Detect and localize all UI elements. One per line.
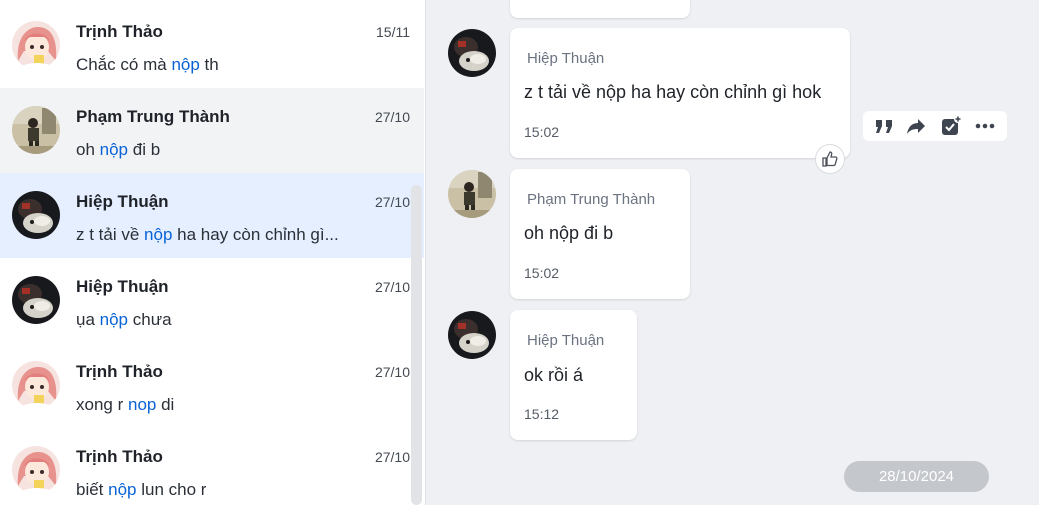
- conversation-item-selected[interactable]: Hiệp Thuận 27/10 z t tải về nộp ha hay c…: [0, 173, 424, 258]
- message-text: oh nộp đi b: [524, 223, 614, 243]
- conversation-name: Trịnh Thảo: [76, 22, 163, 41]
- conversation-item[interactable]: Hiệp Thuận 27/10 ụa nộp chưa: [0, 258, 424, 343]
- conversation-preview: Chắc có mà nộp th: [76, 55, 219, 74]
- conversation-item[interactable]: Trịnh Thảo 27/10 biết nộp lun cho r: [0, 428, 424, 505]
- message-sender: Phạm Trung Thành: [527, 191, 656, 208]
- conversation-date: 15/11: [376, 24, 410, 40]
- like-button[interactable]: [815, 144, 845, 174]
- conversation-date: 27/10: [374, 364, 410, 380]
- conversation-preview: xong r nop di: [76, 395, 175, 414]
- message-bubble[interactable]: Hiệp Thuận ok rồi á 15:12: [510, 310, 637, 440]
- avatar: [12, 106, 60, 154]
- conversation-name: Trịnh Thảo: [76, 447, 163, 466]
- search-match: nộp: [99, 140, 129, 159]
- avatar: [12, 276, 60, 324]
- message-sender: Hiệp Thuận: [527, 50, 605, 67]
- message-bubble[interactable]: Hiệp Thuận z t tải về nộp ha hay còn chỉ…: [510, 28, 850, 158]
- search-match: nộp: [144, 225, 173, 244]
- sender-avatar[interactable]: [448, 311, 496, 359]
- search-match: nộp: [171, 55, 200, 74]
- conversation-date: 27/10: [374, 109, 410, 125]
- conversation-date: 27/10: [374, 279, 410, 295]
- conversation-date: 27/10: [374, 449, 410, 465]
- search-match: nop: [127, 395, 157, 414]
- avatar: [12, 361, 60, 409]
- conversation-item[interactable]: Trịnh Thảo 15/11 Chắc có mà nộp th: [0, 3, 424, 88]
- conversation-preview: z t tải về nộp ha hay còn chỉnh gì...: [76, 225, 339, 244]
- message-bubble-previous: [510, 0, 690, 18]
- chat-area: Hiệp Thuận z t tải về nộp ha hay còn chỉ…: [427, 0, 1039, 505]
- search-match: nộp: [99, 310, 129, 329]
- more-icon[interactable]: [974, 115, 996, 137]
- date-separator: 28/10/2024: [844, 461, 989, 492]
- conversation-name: Trịnh Thảo: [76, 362, 163, 381]
- conversation-item[interactable]: Phạm Trung Thành 27/10 oh nộp đi b: [0, 88, 424, 173]
- conversation-date: 27/10: [374, 194, 410, 210]
- search-results-list: Trịnh Thảo 15/11 Chắc có mà nộp th Phạm …: [0, 0, 426, 505]
- conversation-name: Hiệp Thuận: [76, 192, 169, 211]
- avatar: [12, 191, 60, 239]
- avatar: [12, 446, 60, 494]
- conversation-name: Hiệp Thuận: [76, 277, 169, 296]
- task-icon[interactable]: [940, 115, 962, 137]
- message-bubble[interactable]: Phạm Trung Thành oh nộp đi b 15:02: [510, 169, 690, 299]
- quote-icon[interactable]: [873, 115, 895, 137]
- thumbs-up-icon: [822, 151, 838, 167]
- conversation-preview: biết nộp lun cho r: [76, 480, 207, 499]
- conversation-preview: ụa nộp chưa: [76, 310, 172, 329]
- search-match: nộp: [108, 480, 137, 499]
- conversation-item[interactable]: Trịnh Thảo 27/10 xong r nop di: [0, 343, 424, 428]
- message-text: ok rồi á: [524, 365, 584, 385]
- sender-avatar[interactable]: [448, 170, 496, 218]
- message-text: z t tải về nộp ha hay còn chỉnh gì hok: [524, 82, 822, 102]
- message-time: 15:12: [524, 406, 560, 422]
- message-time: 15:02: [524, 265, 560, 281]
- message-time: 15:02: [524, 124, 560, 140]
- conversation-name: Phạm Trung Thành: [76, 107, 230, 126]
- message-sender: Hiệp Thuận: [527, 332, 605, 349]
- forward-icon[interactable]: [905, 115, 927, 137]
- sender-avatar[interactable]: [448, 29, 496, 77]
- list-scrollbar[interactable]: [411, 185, 422, 505]
- message-actions-toolbar: [863, 111, 1007, 141]
- avatar: [12, 21, 60, 69]
- conversation-preview: oh nộp đi b: [76, 140, 161, 159]
